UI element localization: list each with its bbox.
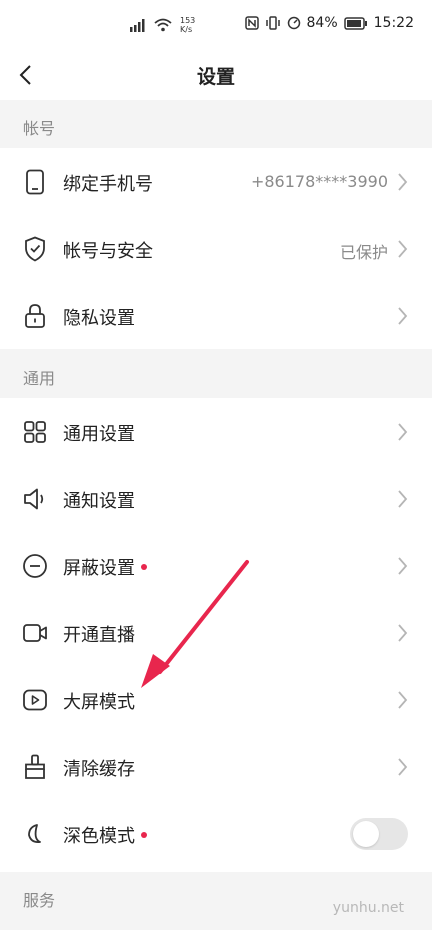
vibrate-icon (265, 16, 280, 30)
chevron-right-icon (398, 490, 408, 508)
play-screen-icon (21, 686, 49, 714)
settings-item-privacy[interactable]: 隐私设置 (0, 282, 432, 349)
status-right: 84% 15:22 (244, 15, 414, 31)
wifi-icon (154, 18, 172, 32)
settings-item-label-with-dot: 深色模式 (63, 822, 147, 848)
grid-icon (21, 418, 49, 446)
settings-item-label: 帐号与安全 (63, 241, 153, 262)
red-dot-badge (141, 832, 147, 838)
section-header-general: 通用 (0, 350, 432, 398)
settings-item-large-screen[interactable]: 大屏模式 (0, 666, 432, 733)
settings-item-general[interactable]: 通用设置 (0, 398, 432, 465)
network-speed-unit: K/s (180, 25, 193, 34)
moon-icon (21, 820, 49, 848)
page-title: 设置 (196, 66, 235, 88)
settings-item-bind-phone[interactable]: 绑定手机号 +86178****3990 (0, 148, 432, 215)
nav-header: 设置 (0, 50, 432, 100)
chevron-right-icon (398, 423, 408, 441)
red-dot-badge (141, 564, 147, 570)
settings-item-label: 通用设置 (63, 424, 135, 445)
settings-item-dark-mode[interactable]: 深色模式 (0, 800, 432, 872)
section-title: 通用 (23, 369, 56, 388)
battery-percent: 84% (306, 15, 338, 31)
settings-item-label: 屏蔽设置 (63, 558, 135, 579)
settings-item-label: 隐私设置 (63, 308, 135, 329)
toggle-knob (353, 821, 379, 847)
settings-item-clear-cache[interactable]: 清除缓存 (0, 733, 432, 800)
lock-icon (21, 302, 49, 330)
status-bar: 153 K/s 84% 15:22 (0, 0, 432, 50)
section-title: 帐号 (23, 119, 56, 138)
settings-item-value: +86178****3990 (250, 172, 388, 191)
settings-item-live[interactable]: 开通直播 (0, 599, 432, 666)
settings-item-label: 清除缓存 (63, 759, 135, 780)
shield-check-icon (21, 235, 49, 263)
settings-item-label: 通知设置 (63, 491, 135, 512)
chevron-right-icon (398, 557, 408, 575)
settings-item-label: 开通直播 (63, 625, 135, 646)
chevron-right-icon (398, 173, 408, 191)
dark-mode-toggle[interactable] (350, 818, 408, 850)
chevron-right-icon (398, 624, 408, 642)
settings-item-label: 深色模式 (63, 826, 135, 847)
watermark: yunhu.net (332, 900, 404, 916)
settings-item-label: 大屏模式 (63, 692, 135, 713)
chevron-right-icon (398, 240, 408, 258)
speaker-icon (21, 485, 49, 513)
nfc-icon (244, 16, 259, 30)
chevron-right-icon (398, 691, 408, 709)
settings-item-label-with-dot: 屏蔽设置 (63, 554, 147, 580)
minus-circle-icon (21, 552, 49, 580)
settings-item-label: 绑定手机号 (63, 174, 153, 195)
settings-item-value: 已保护 (339, 243, 388, 262)
cellular-signal-icon (130, 19, 145, 32)
video-camera-icon (21, 619, 49, 647)
phone-icon (21, 168, 49, 196)
chevron-right-icon (398, 758, 408, 776)
battery-icon (343, 16, 367, 30)
settings-item-account-security[interactable]: 帐号与安全 已保护 (0, 215, 432, 282)
status-left: 153 K/s (128, 16, 195, 34)
settings-item-block[interactable]: 屏蔽设置 (0, 532, 432, 599)
network-speed-value: 153 (180, 16, 196, 25)
data-saver-icon (287, 16, 300, 30)
chevron-right-icon (398, 307, 408, 325)
network-speed: 153 K/s (180, 16, 195, 34)
broom-icon (21, 753, 49, 781)
section-title: 服务 (23, 891, 56, 910)
clock-time: 15:22 (373, 15, 414, 31)
section-header-account: 帐号 (0, 100, 432, 148)
settings-item-notification[interactable]: 通知设置 (0, 465, 432, 532)
